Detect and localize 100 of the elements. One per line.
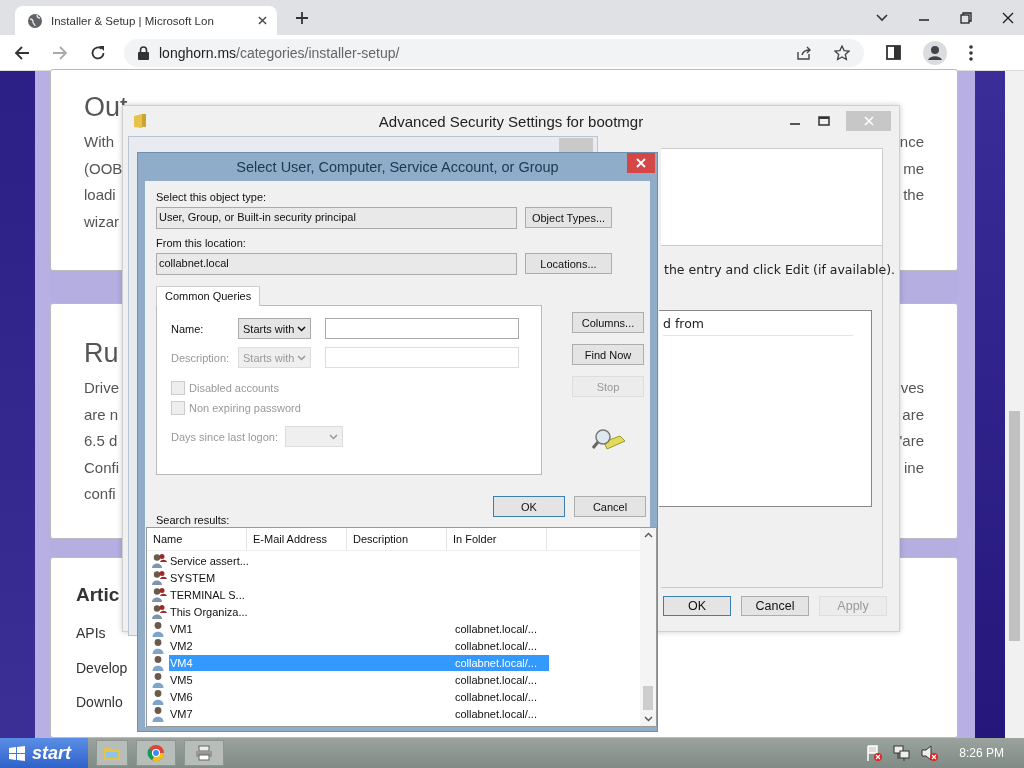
query-tab[interactable]: Common Queries bbox=[156, 286, 261, 306]
printer-icon[interactable] bbox=[184, 740, 224, 766]
result-row[interactable]: VM7 collabnet.local/... bbox=[169, 705, 549, 722]
browser-icon[interactable] bbox=[136, 740, 176, 766]
body-text: ves bbox=[900, 378, 924, 398]
close-icon bbox=[863, 116, 874, 126]
ok-button[interactable]: OK bbox=[493, 496, 565, 517]
article-link[interactable]: APIs bbox=[76, 625, 106, 641]
table-cell-text: VM2 bbox=[169, 639, 194, 652]
result-row[interactable]: VM2 collabnet.local/... bbox=[169, 637, 549, 654]
body-text: ine bbox=[903, 457, 924, 478]
close-icon[interactable] bbox=[1002, 11, 1014, 24]
body-text: With bbox=[84, 132, 114, 152]
side-panel-icon[interactable] bbox=[886, 45, 901, 60]
back-icon[interactable] bbox=[14, 44, 30, 61]
muted-speaker-icon[interactable] bbox=[921, 744, 940, 762]
body-text: are bbox=[902, 404, 924, 425]
clock: 8:26 PM bbox=[959, 746, 1004, 760]
field-label: Select this object type: bbox=[156, 190, 268, 204]
maximize-icon[interactable] bbox=[818, 116, 830, 126]
table-cell-text: TERMINAL S... bbox=[169, 588, 246, 601]
field-label: From this location: bbox=[156, 236, 247, 250]
chevron-down-icon[interactable] bbox=[876, 13, 888, 22]
result-row[interactable]: TERMINAL S... bbox=[169, 586, 449, 603]
column-header[interactable]: Name bbox=[147, 528, 247, 550]
table-cell-text: collabnet.local/... bbox=[454, 622, 538, 635]
scroll-down-icon[interactable] bbox=[643, 716, 653, 722]
table-cell-text: VM1 bbox=[169, 622, 194, 635]
caret-icon bbox=[329, 433, 338, 440]
reload-icon[interactable] bbox=[90, 44, 106, 61]
network-icon[interactable] bbox=[893, 744, 912, 762]
table-cell-text: collabnet.local/... bbox=[454, 690, 538, 703]
lock-icon bbox=[138, 45, 149, 60]
column-header[interactable]: In Folder bbox=[447, 528, 547, 550]
article-link[interactable]: Downlo bbox=[76, 694, 123, 710]
table-cell-text: VM4 bbox=[169, 656, 194, 669]
scrollbar-thumb[interactable] bbox=[643, 686, 653, 710]
cancel-button[interactable]: Cancel bbox=[574, 496, 646, 517]
match-dropdown[interactable]: Starts with bbox=[238, 318, 311, 339]
object-types-button[interactable]: Object Types... bbox=[525, 207, 612, 228]
scroll-up-icon[interactable] bbox=[643, 532, 653, 538]
close-icon bbox=[636, 158, 646, 168]
column-header[interactable]: E-Mail Address bbox=[247, 528, 347, 550]
query-button[interactable]: Columns... bbox=[572, 312, 644, 333]
body-text: the bbox=[903, 185, 924, 205]
checkbox-label: Disabled accounts bbox=[189, 382, 279, 394]
object-type-field: User, Group, or Built-in security principal bbox=[156, 207, 517, 229]
star-icon[interactable] bbox=[834, 44, 850, 61]
window-title: Advanced Security Settings for bootmgr bbox=[377, 112, 645, 130]
body-text: are n bbox=[84, 404, 119, 425]
user-group-icon bbox=[151, 569, 169, 586]
result-row[interactable]: This Organiza... bbox=[169, 603, 449, 620]
result-row[interactable]: VM1 collabnet.local/... bbox=[169, 620, 549, 637]
checkbox-label: Non expiring password bbox=[189, 402, 301, 414]
description-input[interactable] bbox=[325, 347, 519, 368]
name-input[interactable] bbox=[325, 318, 519, 339]
table-cell-text: collabnet.local/... bbox=[454, 673, 538, 686]
start-button[interactable]: start bbox=[0, 738, 88, 768]
flag-icon[interactable] bbox=[865, 744, 884, 762]
scrollbar[interactable] bbox=[1005, 71, 1024, 738]
query-button[interactable]: Find Now bbox=[572, 344, 644, 365]
menu-icon[interactable] bbox=[969, 44, 973, 61]
section-heading: Ru bbox=[84, 338, 119, 369]
table-cell-text: VM5 bbox=[169, 673, 194, 686]
locations-button[interactable]: Locations... bbox=[525, 253, 612, 274]
profile-icon[interactable] bbox=[923, 40, 947, 65]
table-cell: This Organiza... bbox=[169, 605, 249, 618]
folder-icon bbox=[133, 113, 147, 129]
result-row[interactable]: VM5 collabnet.local/... bbox=[169, 671, 549, 688]
browser-tab[interactable]: Installer & Setup | Microsoft Lon bbox=[15, 6, 277, 35]
user-group-icon bbox=[151, 552, 169, 569]
scrollbar[interactable] bbox=[640, 528, 656, 726]
caret-icon bbox=[297, 325, 306, 332]
result-row[interactable]: SYSTEM bbox=[169, 569, 449, 586]
table-cell-text: VM7 bbox=[169, 707, 194, 720]
close-icon[interactable] bbox=[258, 16, 267, 25]
dialog-button[interactable]: Cancel bbox=[741, 596, 809, 616]
address-bar[interactable]: longhorn.ms/categories/installer-setup/ bbox=[124, 38, 864, 67]
column-header[interactable]: Description bbox=[347, 528, 447, 550]
description-label: Description: bbox=[171, 351, 231, 364]
user-group-icon bbox=[151, 586, 169, 603]
share-icon[interactable] bbox=[796, 44, 812, 61]
name-label: Name: bbox=[171, 322, 205, 335]
new-tab-icon[interactable] bbox=[295, 10, 309, 25]
dialog-button[interactable]: OK bbox=[663, 596, 731, 616]
table-cell-text: collabnet.local/... bbox=[454, 639, 538, 652]
body-text: me bbox=[903, 158, 924, 179]
caret-icon bbox=[297, 354, 306, 361]
body-text: Drive bbox=[84, 378, 119, 398]
article-link[interactable]: Develop bbox=[76, 659, 128, 676]
body-text: confi bbox=[84, 484, 116, 504]
globe-icon bbox=[27, 12, 43, 29]
result-row[interactable]: VM6 collabnet.local/... bbox=[169, 688, 549, 705]
table-cell-text: VM6 bbox=[169, 690, 194, 703]
restore-icon[interactable] bbox=[960, 11, 972, 24]
result-row[interactable]: Service assert... bbox=[169, 552, 449, 569]
body-text: loadi bbox=[84, 185, 116, 205]
close-button[interactable] bbox=[627, 153, 655, 173]
column-header[interactable]: d from bbox=[663, 316, 853, 336]
user-group-icon bbox=[151, 603, 169, 620]
